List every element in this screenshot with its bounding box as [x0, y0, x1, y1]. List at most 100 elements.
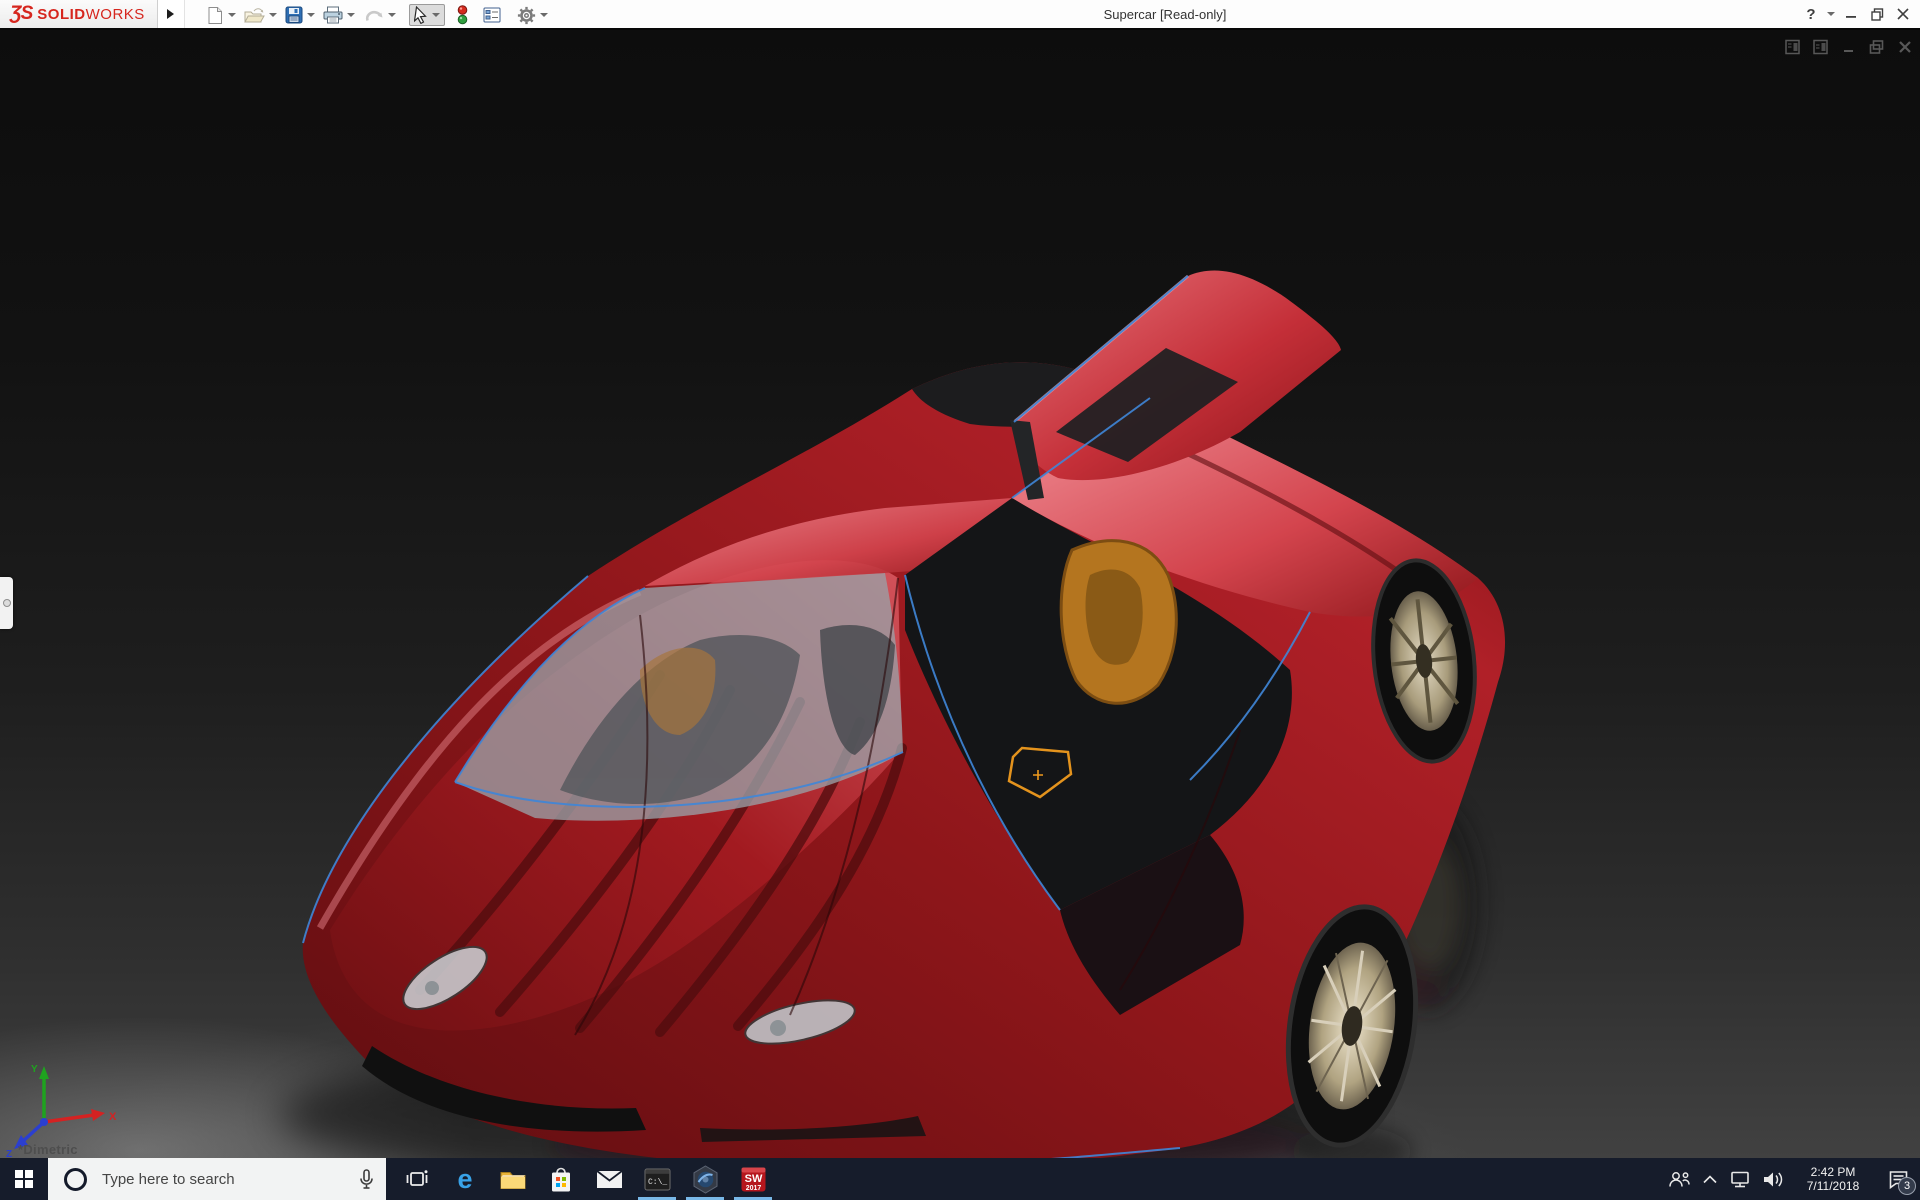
edge-icon: e: [457, 1166, 472, 1193]
new-dropdown-caret[interactable]: [228, 13, 236, 17]
undo-button[interactable]: [360, 8, 399, 23]
command-prompt-icon: C:\_: [644, 1168, 671, 1191]
options-button[interactable]: [514, 6, 551, 25]
brand-works: WORKS: [86, 6, 145, 23]
rebuild-button[interactable]: [453, 5, 472, 25]
print-icon: [323, 6, 343, 24]
help-dropdown-caret[interactable]: [1824, 1, 1838, 27]
save-dropdown-caret[interactable]: [307, 13, 315, 17]
print-button[interactable]: [320, 6, 358, 24]
minimize-icon: [1845, 8, 1857, 20]
mail-icon: [596, 1170, 623, 1189]
edge-button[interactable]: e: [441, 1158, 489, 1200]
restore-icon: [1871, 8, 1884, 21]
desktop: ƷS SOLIDWORKS: [0, 0, 1920, 1200]
save-floppy-icon: [285, 6, 303, 24]
store-button[interactable]: [537, 1158, 585, 1200]
hexagon-app-button[interactable]: [681, 1158, 729, 1200]
child-minimize-icon: [1842, 39, 1856, 55]
task-view-button[interactable]: [393, 1158, 441, 1200]
window-controls: ?: [1798, 0, 1916, 28]
cortana-circle-icon: [64, 1168, 87, 1191]
new-document-icon: [207, 6, 224, 25]
display-pane-toggle[interactable]: [1812, 38, 1830, 56]
sw-year: 2017: [745, 1185, 761, 1192]
volume-button[interactable]: [1756, 1158, 1790, 1200]
file-properties-button[interactable]: [480, 7, 504, 23]
child-restore-button[interactable]: [1868, 38, 1886, 56]
minimize-button[interactable]: [1838, 1, 1864, 27]
solidworks-2017-button[interactable]: SW2017: [729, 1158, 777, 1200]
pane-icon-2: [1813, 39, 1829, 55]
print-dropdown-caret[interactable]: [347, 13, 355, 17]
close-button[interactable]: [1890, 1, 1916, 27]
command-prompt-button[interactable]: C:\_: [633, 1158, 681, 1200]
menu-flyout-button[interactable]: [158, 0, 185, 28]
mail-button[interactable]: [585, 1158, 633, 1200]
graphics-viewport: Y X Z *Dimetric: [0, 30, 1920, 1158]
select-tool-button[interactable]: [409, 4, 445, 26]
hexagon-app-icon: [692, 1165, 719, 1194]
gear-icon: [517, 6, 536, 25]
taskbar-search[interactable]: [48, 1158, 386, 1200]
new-document-button[interactable]: [204, 6, 239, 25]
help-button[interactable]: ?: [1798, 1, 1824, 27]
y-axis-label: Y: [31, 1064, 38, 1075]
clock-date: 7/11/2018: [1790, 1179, 1876, 1193]
tray-overflow-button[interactable]: [1696, 1158, 1724, 1200]
brand-solid: SOLID: [37, 6, 85, 23]
child-minimize-button[interactable]: [1840, 38, 1858, 56]
undo-dropdown-caret[interactable]: [388, 13, 396, 17]
sw-letters: SW: [744, 1173, 762, 1185]
options-dropdown-caret[interactable]: [540, 13, 548, 17]
store-icon: [550, 1166, 572, 1193]
pane-icon: [1785, 39, 1801, 55]
close-icon: [1897, 8, 1909, 20]
clock[interactable]: 2:42 PM 7/11/2018: [1790, 1165, 1876, 1193]
file-properties-icon: [483, 7, 501, 23]
task-view-icon: [405, 1169, 429, 1189]
solidworks-logo: ƷS SOLIDWORKS: [0, 0, 158, 28]
restore-button[interactable]: [1864, 1, 1890, 27]
ds-logo-mark: ƷS: [10, 3, 32, 25]
microphone-icon[interactable]: [359, 1169, 374, 1190]
people-icon: [1668, 1171, 1691, 1188]
people-button[interactable]: [1662, 1158, 1696, 1200]
windows-taskbar: e C:\_ SW2017: [0, 1158, 1920, 1200]
select-cursor-icon: [414, 6, 428, 24]
model-viewport-canvas[interactable]: [0, 30, 1920, 1158]
document-window-controls: [1784, 38, 1914, 56]
view-orientation-label: *Dimetric: [18, 1142, 78, 1157]
ethernet-icon: [1729, 1171, 1751, 1188]
file-explorer-button[interactable]: [489, 1158, 537, 1200]
search-input[interactable]: [100, 1170, 359, 1189]
open-folder-icon: [244, 7, 265, 24]
solidworks-2017-icon: SW2017: [740, 1166, 767, 1193]
action-center-button[interactable]: 3: [1876, 1158, 1920, 1200]
flyout-arrow-icon: [167, 9, 174, 19]
quick-access-toolbar: [204, 1, 553, 29]
undo-arrow-icon: [363, 8, 384, 23]
open-document-button[interactable]: [241, 7, 280, 24]
featuremanager-flyout-tab[interactable]: [0, 577, 13, 629]
open-dropdown-caret[interactable]: [269, 13, 277, 17]
car-body: [303, 271, 1505, 1158]
save-button[interactable]: [282, 6, 318, 24]
traffic-light-icon: [456, 5, 469, 25]
caret-icon: [1827, 12, 1835, 16]
start-button[interactable]: [0, 1158, 48, 1200]
cmd-prompt-text: C:\_: [648, 1178, 667, 1187]
select-dropdown-caret[interactable]: [432, 13, 440, 17]
network-button[interactable]: [1724, 1158, 1756, 1200]
speaker-icon: [1763, 1171, 1783, 1188]
clock-time: 2:42 PM: [1790, 1165, 1876, 1179]
file-explorer-icon: [500, 1169, 526, 1190]
z-axis-label: Z: [6, 1149, 12, 1158]
document-title: Supercar [Read-only]: [1104, 7, 1227, 22]
notification-badge: 3: [1898, 1177, 1916, 1195]
x-axis-label: X: [109, 1111, 117, 1123]
child-close-button[interactable]: [1896, 38, 1914, 56]
child-close-icon: [1898, 40, 1912, 54]
feature-pane-toggle[interactable]: [1784, 38, 1802, 56]
chevron-up-icon: [1703, 1175, 1717, 1184]
